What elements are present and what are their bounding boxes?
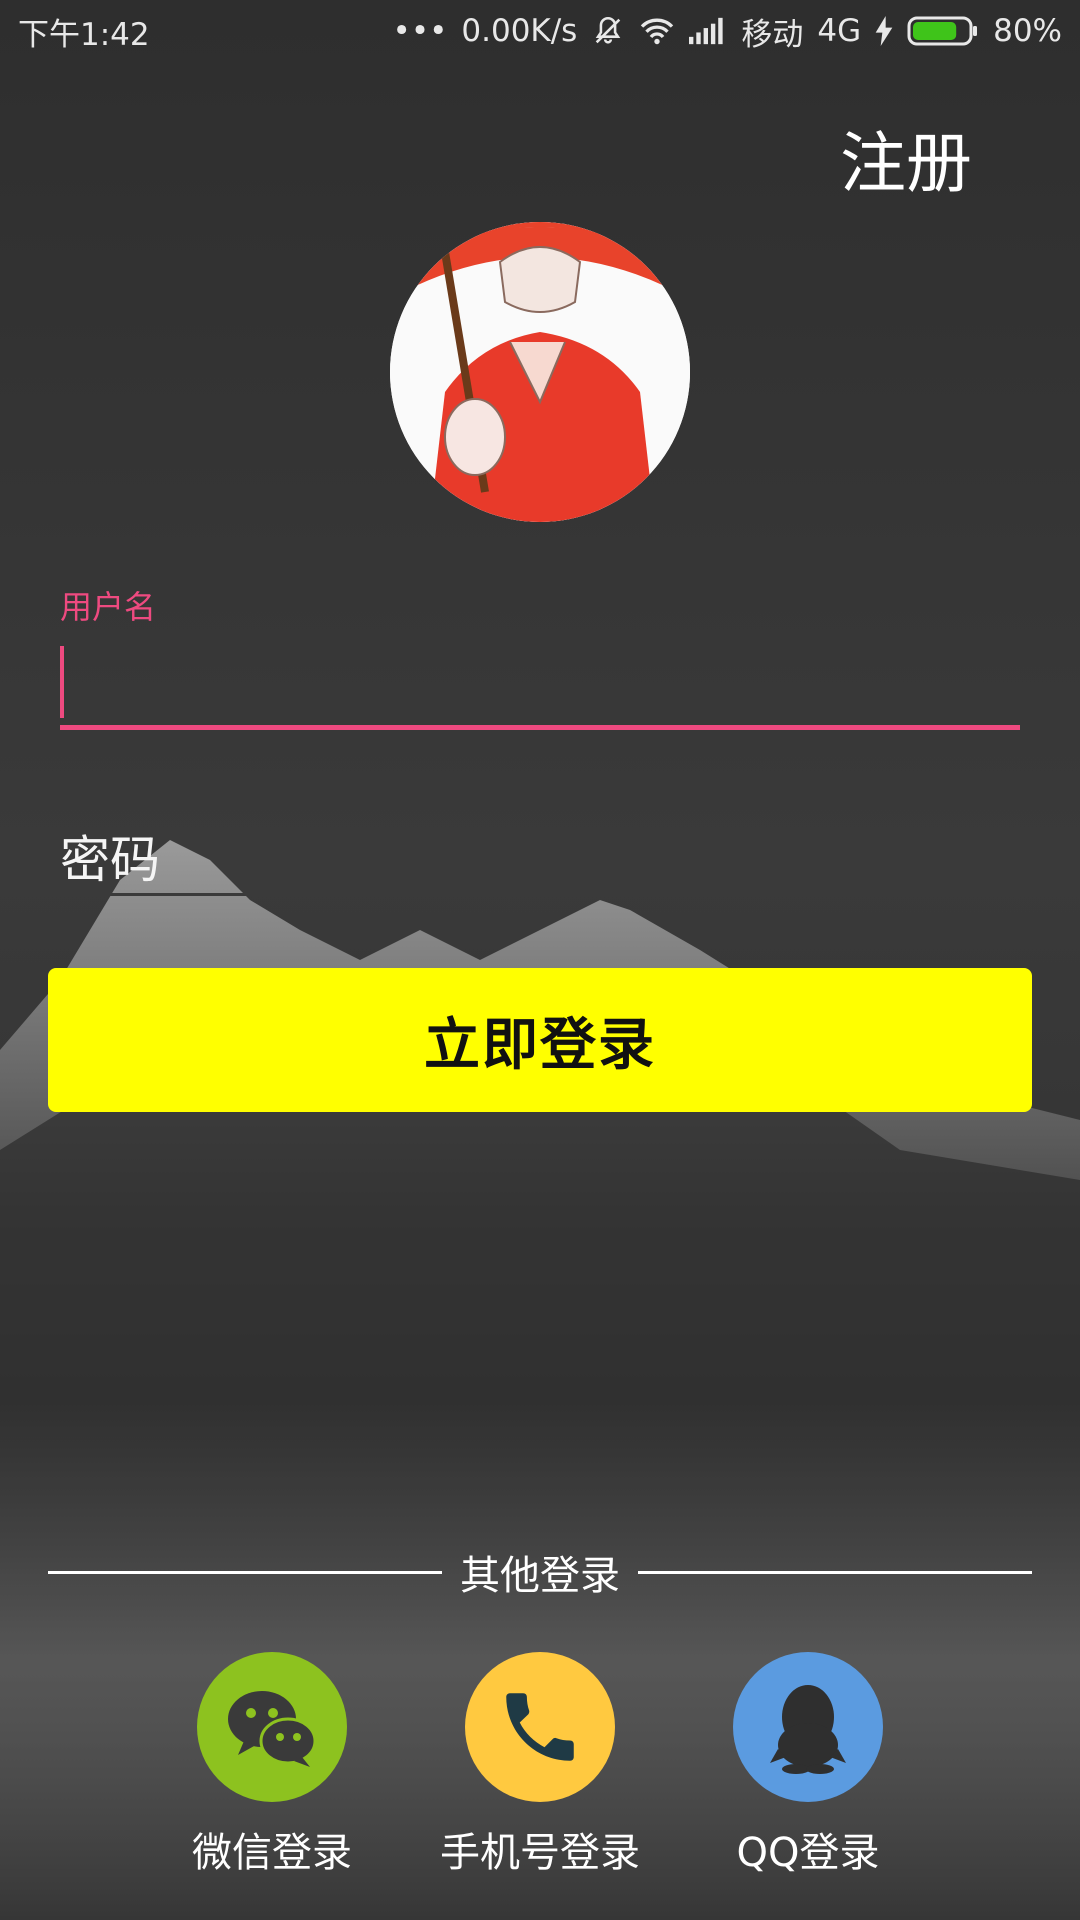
qq-icon: [733, 1652, 883, 1802]
qq-login-label: QQ登录: [736, 1830, 880, 1876]
qq-login-button[interactable]: QQ登录: [698, 1652, 918, 1878]
status-icons: ••• 0.00K/s 移动 4G 80%: [393, 9, 1062, 54]
avatar: [390, 222, 690, 522]
username-label: 用户名: [60, 588, 157, 626]
status-bar: 下午1:42 ••• 0.00K/s 移动 4G 80%: [0, 0, 1080, 62]
phone-login-label: 手机号登录: [440, 1830, 640, 1876]
login-button[interactable]: 立即登录: [48, 968, 1032, 1112]
phone-icon: [465, 1652, 615, 1802]
password-placeholder: 密码: [60, 831, 160, 889]
wifi-icon: [641, 18, 674, 45]
wechat-login-label: 微信登录: [192, 1830, 352, 1876]
wechat-icon: [197, 1652, 347, 1802]
signal-icon: [689, 17, 723, 45]
avatar-illustration: [390, 222, 690, 522]
status-time: 下午1:42: [18, 16, 150, 53]
other-login-title: 其他登录: [460, 1553, 620, 1599]
battery-icon: [907, 16, 978, 46]
divider-line-left: [48, 1570, 442, 1574]
charging-bolt-icon: [875, 16, 893, 46]
wechat-login-button[interactable]: 微信登录: [162, 1652, 382, 1878]
register-link[interactable]: 注册: [840, 110, 972, 206]
carrier-name: 移动: [741, 16, 804, 53]
password-input[interactable]: 密码: [60, 812, 1020, 896]
network-type: 4G: [817, 13, 862, 49]
other-login-divider: 其他登录: [48, 1546, 1032, 1599]
text-caret: [60, 646, 64, 718]
divider-line-right: [638, 1570, 1032, 1574]
net-speed: 0.00K/s: [461, 13, 578, 49]
phone-login-button[interactable]: 手机号登录: [430, 1652, 650, 1878]
username-input[interactable]: [60, 640, 1020, 730]
battery-percent: 80%: [993, 13, 1062, 49]
mute-bell-icon: [596, 16, 621, 44]
more-dots-icon: •••: [392, 13, 448, 49]
